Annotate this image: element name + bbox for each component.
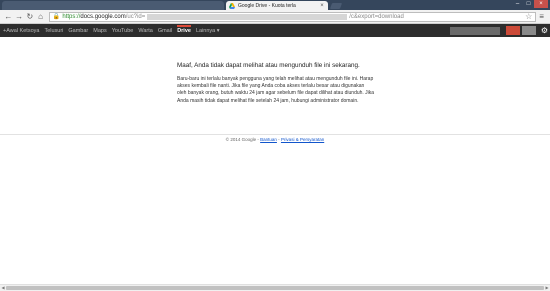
lock-icon: 🔒 <box>52 14 61 20</box>
inactive-tab-area[interactable] <box>2 1 224 10</box>
browser-tab-strip: Google Drive - Kuota terla × – □ × <box>0 0 550 10</box>
gbar-item-news[interactable]: Warta <box>138 28 152 34</box>
gbar-account-area: ⚙ <box>449 26 548 35</box>
page-title: Maaf, Anda tidak dapat melihat atau meng… <box>177 62 360 69</box>
google-drive-icon <box>229 2 235 9</box>
tab-close-icon[interactable]: × <box>319 3 325 9</box>
privacy-terms-link[interactable]: Privasi & Persyaratan <box>281 137 324 142</box>
gbar-item-images[interactable]: Gambar <box>68 28 88 34</box>
url-redacted-segment <box>147 13 348 20</box>
minimize-icon[interactable]: – <box>512 0 523 8</box>
browser-menu-icon[interactable]: ≡ <box>536 11 547 22</box>
back-arrow-icon[interactable]: ← <box>3 11 14 22</box>
url-host: docs.google.com <box>80 13 126 20</box>
bookmark-star-icon[interactable]: ☆ <box>525 12 532 21</box>
home-icon[interactable]: ⌂ <box>35 11 46 22</box>
gbar-item-youtube[interactable]: YouTube <box>112 28 134 34</box>
tab-title: Google Drive - Kuota terla <box>238 2 296 9</box>
url-path-start: /uc?id= <box>125 13 146 20</box>
forward-arrow-icon[interactable]: → <box>14 11 25 22</box>
gbar-item-gmail[interactable]: Gmail <box>158 28 172 34</box>
gear-icon[interactable]: ⚙ <box>541 26 548 35</box>
gbar-item-drive[interactable]: Drive <box>177 24 191 34</box>
error-description: Baru-baru ini terlalu banyak pengguna ya… <box>177 76 375 104</box>
browser-toolbar: ← → ↻ ⌂ 🔒 https:// docs.google.com /uc?i… <box>0 10 550 24</box>
footer-separator: - <box>278 137 280 142</box>
window-close-icon[interactable]: × <box>534 0 548 8</box>
scroll-right-icon[interactable]: ▶ <box>544 285 550 291</box>
error-message-panel: Maaf, Anda tidak dapat melihat atau meng… <box>177 62 375 105</box>
reload-icon[interactable]: ↻ <box>24 11 35 22</box>
url-path-end: /c&export=download <box>349 13 404 20</box>
url-scheme: https:// <box>62 13 81 20</box>
google-bar: +Awal Ketsoya Telusuri Gambar Maps YouTu… <box>0 24 550 37</box>
gbar-item-more[interactable]: Lainnya ▾ <box>196 28 220 34</box>
footer-copyright: © 2014 Google - <box>225 137 259 142</box>
avatar[interactable] <box>521 26 536 35</box>
address-bar[interactable]: 🔒 https:// docs.google.com /uc?id= /c&ex… <box>48 11 537 22</box>
share-button[interactable] <box>505 26 520 35</box>
maximize-icon[interactable]: □ <box>523 0 534 8</box>
gbar-item-maps[interactable]: Maps <box>93 28 106 34</box>
new-tab-button[interactable] <box>329 3 343 9</box>
page-footer: © 2014 Google - Bantuan - Privasi & Pers… <box>0 137 550 142</box>
gbar-item-search[interactable]: Telusuri <box>44 28 63 34</box>
account-name-redacted[interactable] <box>449 26 500 35</box>
help-link[interactable]: Bantuan <box>260 137 277 142</box>
horizontal-scrollbar[interactable]: ◀ ▶ <box>0 284 550 291</box>
scrollbar-thumb[interactable] <box>6 286 544 290</box>
browser-tab-active[interactable]: Google Drive - Kuota terla × <box>226 1 328 10</box>
window-controls: – □ × <box>512 0 548 8</box>
footer-divider <box>0 134 550 135</box>
gbar-item-plus[interactable]: +Awal Ketsoya <box>3 28 39 34</box>
